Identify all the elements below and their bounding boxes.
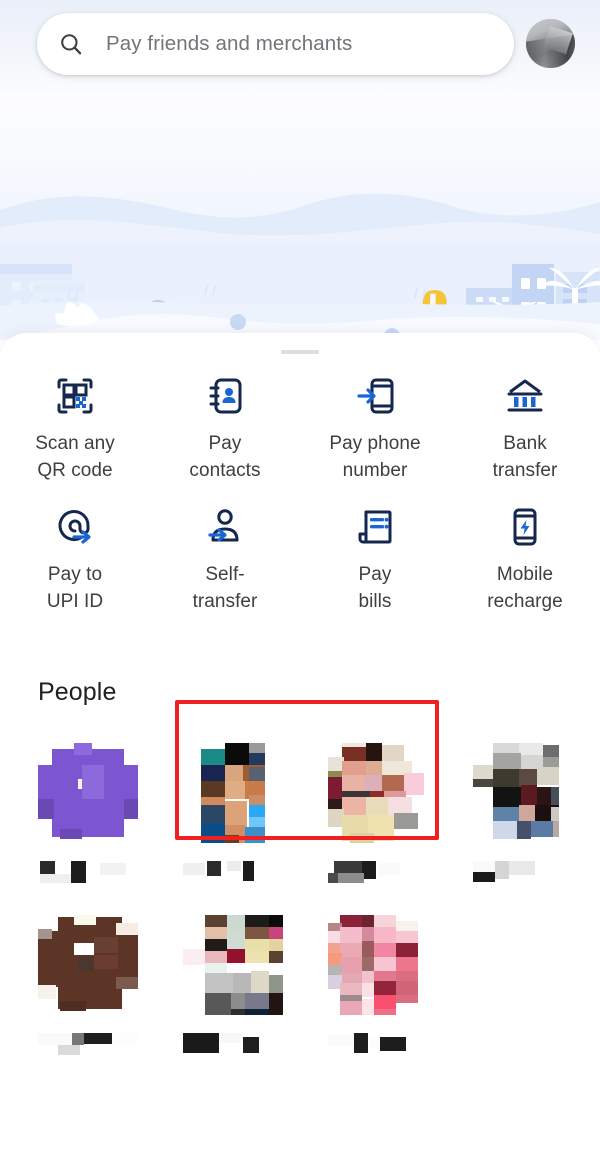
qr-code-icon bbox=[54, 375, 96, 417]
avatar bbox=[183, 915, 283, 1015]
search-input[interactable]: Pay friends and merchants bbox=[106, 32, 352, 56]
contact-name-redacted bbox=[473, 861, 573, 883]
person-arrow-icon bbox=[204, 506, 246, 548]
people-section-title: People bbox=[38, 678, 117, 706]
action-pay-phone-number[interactable]: Pay phone number bbox=[300, 367, 450, 484]
people-grid bbox=[0, 743, 600, 1055]
drag-handle[interactable] bbox=[281, 350, 319, 354]
contact-name-redacted bbox=[38, 1033, 138, 1055]
gpay-home-screen: Pay friends and merchants Scan any QR co… bbox=[0, 0, 600, 1153]
action-pay-bills[interactable]: Pay bills bbox=[300, 498, 450, 615]
action-scan-any-qr-code[interactable]: Scan any QR code bbox=[0, 367, 150, 484]
contacts-book-icon bbox=[204, 375, 246, 417]
person-contact-placeholder bbox=[435, 915, 580, 1055]
contact-name-redacted bbox=[328, 1033, 428, 1055]
avatar bbox=[328, 915, 428, 1015]
person-contact-6[interactable] bbox=[145, 915, 290, 1055]
contact-name-redacted bbox=[183, 861, 283, 883]
action-mobile-recharge[interactable]: Mobile recharge bbox=[450, 498, 600, 615]
person-contact-4[interactable] bbox=[435, 743, 580, 883]
phone-arrow-icon bbox=[354, 375, 396, 417]
action-pay-to-upi-id[interactable]: Pay to UPI ID bbox=[0, 498, 150, 615]
avatar bbox=[183, 743, 283, 843]
person-contact-1[interactable] bbox=[0, 743, 145, 883]
quick-actions-row-2: Pay to UPI ID Self- transfer Pay bills M… bbox=[0, 498, 600, 615]
avatar bbox=[473, 743, 573, 843]
profile-avatar[interactable] bbox=[526, 19, 575, 68]
action-label: Scan any QR code bbox=[35, 433, 115, 481]
people-row-2 bbox=[0, 915, 600, 1055]
action-label: Self- transfer bbox=[192, 564, 258, 612]
bank-icon bbox=[504, 375, 546, 417]
phone-bolt-icon bbox=[504, 506, 546, 548]
action-label: Bank transfer bbox=[492, 433, 558, 481]
quick-actions-row-1: Scan any QR code Pay contacts Pay phone … bbox=[0, 367, 600, 484]
search-icon bbox=[58, 31, 84, 57]
bottom-sheet: Scan any QR code Pay contacts Pay phone … bbox=[0, 333, 600, 1153]
search-bar[interactable]: Pay friends and merchants bbox=[37, 13, 514, 75]
at-sign-arrow-icon bbox=[54, 506, 96, 548]
action-label: Mobile recharge bbox=[487, 564, 563, 612]
contact-name-redacted bbox=[328, 861, 428, 883]
contact-name-redacted bbox=[38, 861, 138, 883]
action-label: Pay contacts bbox=[189, 433, 261, 481]
people-row-1 bbox=[0, 743, 600, 883]
action-label: Pay to UPI ID bbox=[46, 564, 104, 612]
city-street-scene-illustration bbox=[0, 92, 600, 340]
person-contact-3[interactable] bbox=[290, 743, 435, 883]
action-label: Pay bills bbox=[358, 564, 392, 612]
avatar bbox=[38, 915, 138, 1015]
action-self-transfer[interactable]: Self- transfer bbox=[150, 498, 300, 615]
receipt-icon bbox=[354, 506, 396, 548]
action-bank-transfer[interactable]: Bank transfer bbox=[450, 367, 600, 484]
quick-actions-grid: Scan any QR code Pay contacts Pay phone … bbox=[0, 367, 600, 615]
person-contact-5[interactable] bbox=[0, 915, 145, 1055]
action-pay-contacts[interactable]: Pay contacts bbox=[150, 367, 300, 484]
avatar bbox=[38, 743, 138, 843]
contact-name-redacted bbox=[183, 1033, 283, 1055]
action-label: Pay phone number bbox=[329, 433, 421, 481]
person-contact-7[interactable] bbox=[290, 915, 435, 1055]
person-contact-2[interactable] bbox=[145, 743, 290, 883]
avatar bbox=[328, 743, 428, 843]
